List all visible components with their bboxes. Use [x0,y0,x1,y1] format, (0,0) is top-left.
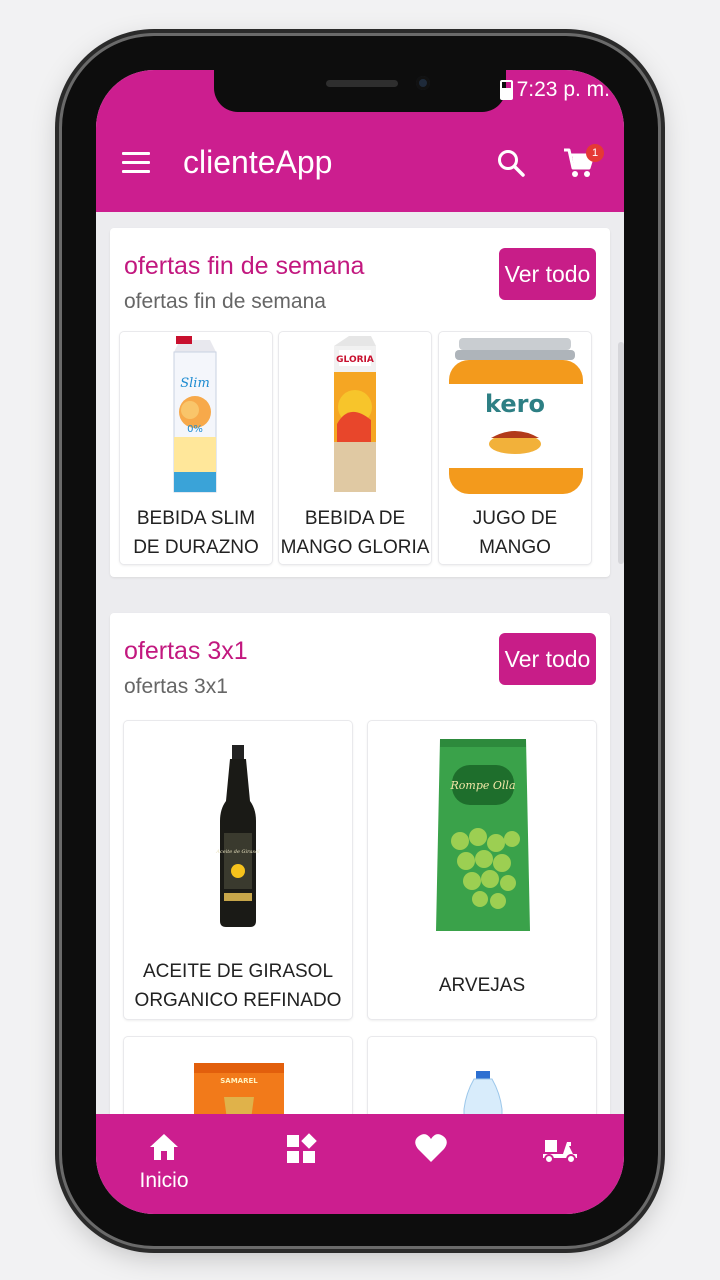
product-brand-label: Rompe Olla [450,779,516,792]
battery-icon [499,80,513,100]
status-bar: 7:23 p. m. [499,78,610,102]
product-name: BEBIDA DE MANGO GLORIA [279,504,431,562]
product-name: ACEITE DE GIRASOL ORGANICO REFINADO [124,957,352,1015]
section-subtitle: ofertas 3x1 [124,675,228,698]
nav-categories[interactable] [271,1132,331,1202]
product-name-line2: ORGANICO REFINADO [134,990,342,1011]
product-card[interactable]: Slim 0% BEBIDA SLIM DE DURAZNO [120,332,272,564]
main-content[interactable]: ofertas fin de semana ofertas fin de sem… [96,212,624,1114]
product-image: Aceite de Girasol [215,745,260,927]
phone-volume-down [55,395,62,485]
product-image: kero [449,338,583,494]
product-card[interactable]: kero JUGO DE MANGO [439,332,591,564]
section-subtitle: ofertas fin de semana [124,290,326,313]
product-pack-label: 0% [187,424,203,435]
product-brand-label: SAMAREL [220,1077,258,1085]
product-name-line2: MANGO GLORIA [280,537,430,558]
product-card[interactable]: SAMAREL [124,1037,352,1114]
scrollbar[interactable] [618,342,624,564]
front-camera [416,76,430,90]
section-3x1-offers: ofertas 3x1 ofertas 3x1 Ver todo Aceite … [110,613,610,1114]
phone-mute-switch [55,198,62,248]
nav-delivery[interactable] [530,1132,590,1202]
product-name-line1: BEBIDA DE [304,508,406,529]
product-image: Rompe Olla [436,739,530,931]
product-name-line1: ACEITE DE GIRASOL [142,961,334,982]
phone-volume-up [55,285,62,375]
screen: clienteApp 1 7:23 p. m. ofertas fin de s… [96,70,624,1214]
product-image [463,1071,503,1114]
phone-power-button [658,312,665,452]
notch [214,70,506,112]
product-card[interactable]: Rompe Olla ARVEJAS [368,721,596,1019]
product-name-line1: ARVEJAS [438,975,526,996]
heart-icon [415,1134,447,1162]
product-name: BEBIDA SLIM DE DURAZNO [120,504,272,562]
product-image: Slim 0% [173,336,217,493]
hamburger-menu-icon[interactable] [122,152,150,174]
product-card[interactable] [368,1037,596,1114]
product-name-line1: JUGO DE [472,508,558,529]
product-brand-label: kero [485,390,545,418]
section-title: ofertas fin de semana [124,252,365,280]
product-name: ARVEJAS [368,971,596,1000]
product-name-line2: MANGO [479,537,551,558]
section-weekend-offers: ofertas fin de semana ofertas fin de sem… [110,228,610,577]
search-icon[interactable] [496,148,526,178]
section-title: ofertas 3x1 [124,637,248,665]
product-image: SAMAREL [194,1063,284,1114]
product-image: GLORIA [334,336,376,492]
nav-home-label: Inicio [139,1169,189,1192]
nav-favorites[interactable] [401,1132,461,1202]
product-name-line2: DE DURAZNO [133,537,259,558]
product-name-line1: BEBIDA SLIM [136,508,256,529]
product-brand-label: Slim [180,376,210,391]
product-card[interactable]: GLORIA BEBIDA DE MANGO GLORIA [279,332,431,564]
cart-count-badge: 1 [586,144,604,162]
bottom-navigation: Inicio [96,1114,624,1214]
nav-home[interactable]: Inicio [134,1132,194,1202]
categories-icon [287,1133,317,1163]
home-icon [150,1134,178,1160]
see-all-button[interactable]: Ver todo [499,248,596,300]
speaker [326,80,398,87]
product-card[interactable]: Aceite de Girasol ACEITE DE GIRASOL ORGA… [124,721,352,1019]
delivery-scooter-icon [543,1140,577,1164]
product-brand-label: Aceite de Girasol [215,849,260,855]
product-name: JUGO DE MANGO [439,504,591,562]
see-all-button[interactable]: Ver todo [499,633,596,685]
product-brand-label: GLORIA [336,355,374,365]
app-title: clienteApp [183,144,333,180]
status-time: 7:23 p. m. [516,78,610,101]
